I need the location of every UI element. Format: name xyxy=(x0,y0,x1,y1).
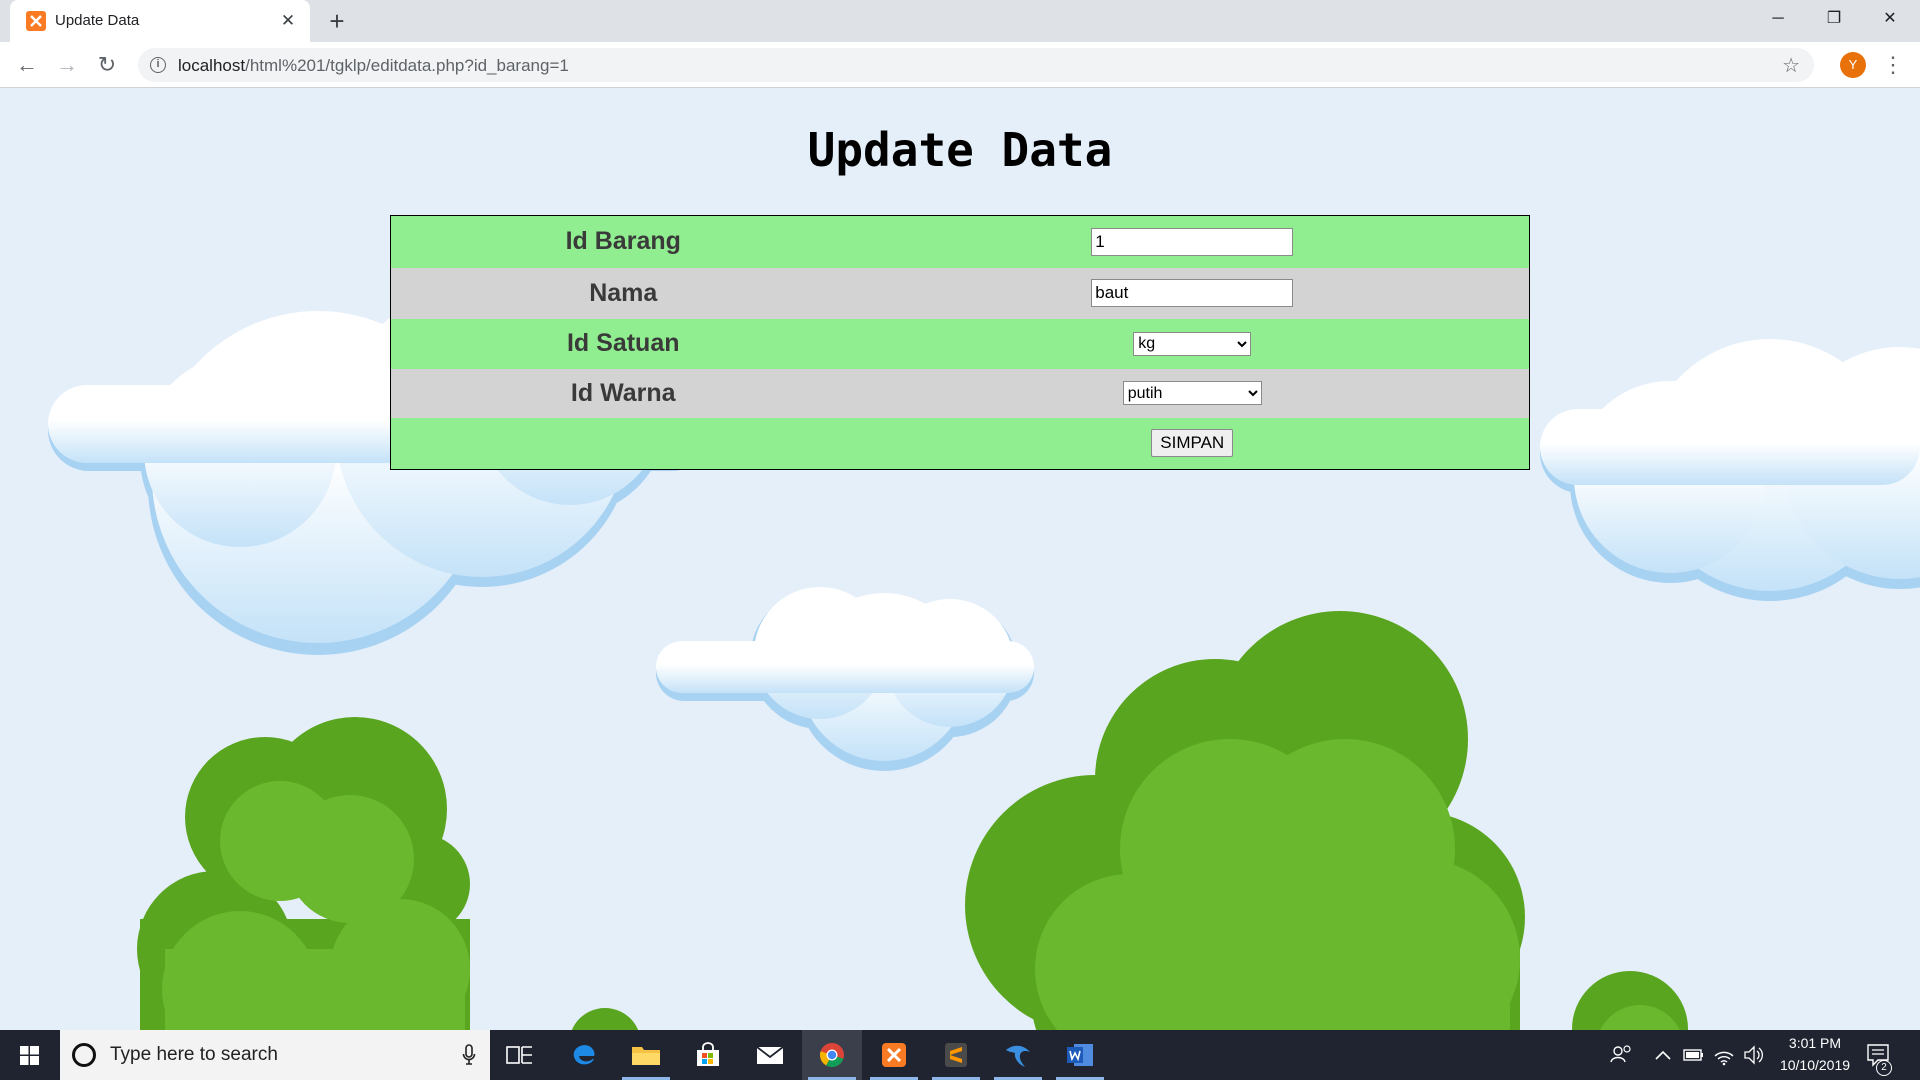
xampp-icon xyxy=(26,11,46,31)
bush-right xyxy=(1572,971,1688,1030)
menu-icon[interactable]: ⋮ xyxy=(1882,50,1904,80)
chrome-icon[interactable] xyxy=(802,1030,862,1080)
cloud-middle xyxy=(656,587,1034,771)
wifi-icon[interactable] xyxy=(1712,1030,1736,1080)
chevron-up-icon[interactable] xyxy=(1652,1030,1674,1080)
battery-icon[interactable] xyxy=(1682,1030,1706,1080)
tab-title: Update Data xyxy=(55,12,140,29)
row-submit: SIMPAN xyxy=(390,417,1530,470)
url-text[interactable]: localhost/html%201/tgklp/editdata.php?id… xyxy=(178,56,569,76)
cell-nama xyxy=(856,268,1530,319)
file-explorer-icon[interactable] xyxy=(616,1030,676,1080)
edge-icon[interactable] xyxy=(554,1030,614,1080)
row-id-barang: Id Barang xyxy=(390,215,1530,268)
back-icon[interactable]: ← xyxy=(12,50,42,80)
address-bar[interactable]: i localhost/html%201/tgklp/editdata.php?… xyxy=(138,48,1814,82)
new-tab-button[interactable]: + xyxy=(324,8,350,34)
windows-start-icon[interactable] xyxy=(0,1030,60,1080)
close-tab-icon[interactable]: ✕ xyxy=(278,11,298,31)
info-icon[interactable]: i xyxy=(150,57,166,73)
restore-button[interactable]: ❐ xyxy=(1806,0,1862,38)
id-warna-select[interactable]: putih xyxy=(1122,381,1262,405)
empty-cell xyxy=(391,418,856,470)
browser-tabstrip: Update Data ✕ + ─ ❐ ✕ xyxy=(0,0,1920,42)
nama-input[interactable] xyxy=(1091,279,1294,307)
row-id-warna: Id Warna putih xyxy=(390,368,1530,418)
store-icon[interactable] xyxy=(678,1030,738,1080)
id-barang-input[interactable] xyxy=(1091,227,1294,256)
simpan-button[interactable]: SIMPAN xyxy=(1151,429,1234,458)
clock-date[interactable]: 10/10/2019 xyxy=(1770,1057,1860,1073)
notification-badge: 2 xyxy=(1876,1060,1892,1076)
task-view-icon[interactable] xyxy=(490,1030,550,1080)
bush-center xyxy=(965,611,1525,1030)
forward-icon[interactable]: → xyxy=(52,50,82,80)
cell-submit: SIMPAN xyxy=(856,418,1530,470)
page-content: Update Data Id Barang Nama Id Satuan kg … xyxy=(0,89,1920,1030)
close-window-button[interactable]: ✕ xyxy=(1862,0,1918,38)
mail-icon[interactable] xyxy=(740,1030,800,1080)
reload-icon[interactable]: ↻ xyxy=(92,50,122,80)
word-icon[interactable] xyxy=(1050,1030,1110,1080)
label-nama: Nama xyxy=(589,278,658,307)
profile-avatar[interactable]: Y xyxy=(1840,52,1866,78)
cloud-right xyxy=(1540,339,1920,601)
microphone-icon[interactable] xyxy=(462,1044,476,1066)
cortana-icon xyxy=(72,1043,96,1067)
id-satuan-select[interactable]: kg xyxy=(1133,331,1252,356)
tab-update-data[interactable]: Update Data ✕ xyxy=(10,0,310,42)
row-nama: Nama xyxy=(390,267,1530,319)
page-title: Update Data xyxy=(807,123,1113,177)
label-id-satuan: Id Satuan xyxy=(566,329,680,357)
volume-icon[interactable] xyxy=(1742,1030,1766,1080)
browser-toolbar: ← → ↻ i localhost/html%201/tgklp/editdat… xyxy=(0,42,1920,88)
label-id-warna: Id Warna xyxy=(570,378,676,407)
minimize-button[interactable]: ─ xyxy=(1750,0,1806,38)
url-host: localhost xyxy=(178,56,246,75)
bush-small xyxy=(571,1008,639,1030)
taskbar: Type here to search 3:01 PM 10/10/2019 2 xyxy=(0,1030,1920,1080)
label-id-barang: Id Barang xyxy=(565,227,681,256)
cell-id-warna: putih xyxy=(856,369,1530,418)
cell-id-satuan: kg xyxy=(856,319,1530,369)
url-path: /html%201/tgklp/editdata.php?id_barang=1 xyxy=(245,56,569,75)
star-icon[interactable]: ☆ xyxy=(1782,53,1800,78)
sublime-icon[interactable] xyxy=(926,1030,986,1080)
row-id-satuan: Id Satuan kg xyxy=(390,318,1530,369)
search-placeholder: Type here to search xyxy=(110,1044,278,1065)
mysql-icon[interactable] xyxy=(988,1030,1048,1080)
bush-left xyxy=(137,717,470,1030)
xampp-icon[interactable] xyxy=(864,1030,924,1080)
clock-time[interactable]: 3:01 PM xyxy=(1770,1035,1860,1051)
cell-id-barang xyxy=(856,216,1530,268)
people-icon[interactable] xyxy=(1606,1030,1636,1080)
taskbar-search[interactable]: Type here to search xyxy=(60,1030,490,1080)
edit-form: Id Barang Nama Id Satuan kg Id Warna p xyxy=(390,215,1530,470)
